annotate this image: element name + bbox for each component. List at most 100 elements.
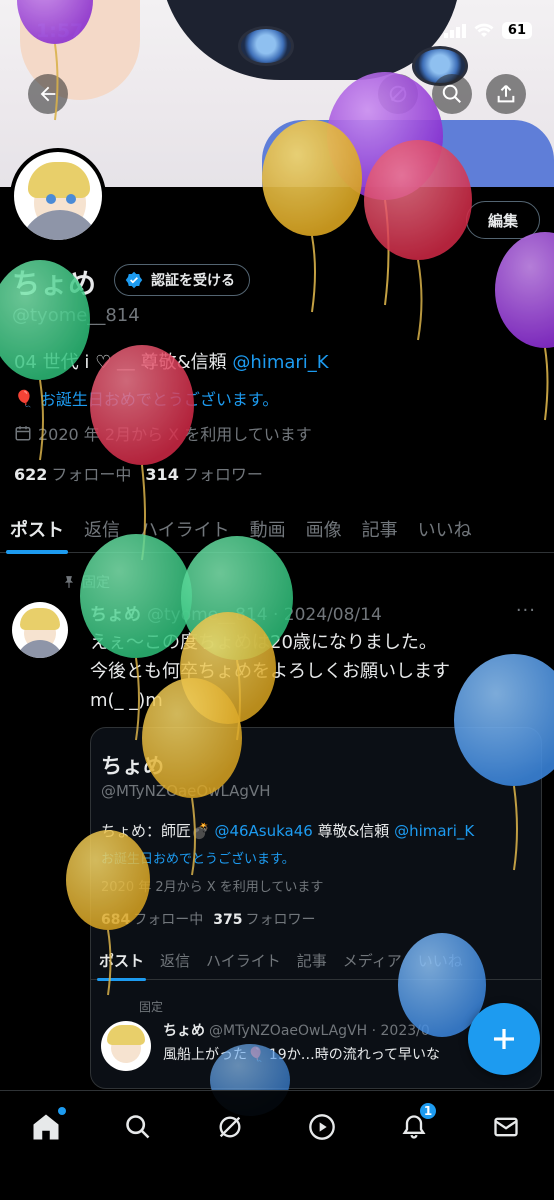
profile-handle: @tyome__814: [12, 305, 140, 326]
nav-explore[interactable]: [118, 1107, 158, 1147]
profile-tabs: ポスト 返信 ハイライト 動画 画像 記事 いいね: [0, 505, 554, 554]
bottom-navigation: 1: [0, 1090, 554, 1200]
profile-avatar[interactable]: [10, 148, 106, 244]
card-following-label: フォロー中: [133, 912, 204, 928]
battery-level: 61: [501, 22, 532, 39]
tab-videos[interactable]: 動画: [240, 505, 296, 553]
post-avatar[interactable]: [12, 602, 68, 658]
search-button[interactable]: [432, 74, 472, 114]
edit-profile-button[interactable]: 編集: [466, 201, 540, 239]
tab-highlights[interactable]: ハイライト: [130, 505, 240, 553]
post-text-line: m(_ _)m: [90, 690, 163, 711]
card-joined: 2020 年 2月から X を利用しています: [101, 880, 324, 895]
bio-mention-link[interactable]: @himari_K: [232, 352, 328, 373]
wifi-icon: [474, 23, 494, 37]
pinned-indicator: 固定: [62, 572, 110, 592]
card-tab: メディア: [342, 951, 402, 970]
card-followers-count: 375: [213, 912, 243, 928]
status-icons: 61: [443, 22, 532, 39]
card-post-header: ちょめ @MTyNZOaeOwLAgVH · 2023/0: [163, 1020, 430, 1040]
status-time: 1:57: [36, 20, 84, 42]
card-pinned-label: 固定: [139, 1000, 164, 1014]
balloon-icon: [495, 232, 554, 421]
home-icon: [33, 1114, 59, 1140]
card-bio-mention: @46Asuka46: [214, 822, 313, 840]
card-post-handle-date: @MTyNZOaeOwLAgVH · 2023/0: [209, 1023, 430, 1039]
pin-icon: [64, 576, 74, 588]
card-birthday: お誕生日おめでとうございます。: [101, 852, 295, 867]
back-arrow-icon: [40, 86, 56, 102]
follow-stats: 622 フォロー中 314 フォロワー: [14, 461, 263, 485]
card-follow-stats: 684 フォロー中 375 フォロワー: [101, 909, 315, 929]
display-name: ちょめ: [12, 267, 97, 300]
nav-notifications[interactable]: 1: [394, 1101, 438, 1147]
nav-grok[interactable]: [210, 1107, 250, 1147]
plus-icon: [494, 1029, 514, 1049]
get-verified-button[interactable]: 認証を受ける: [114, 264, 250, 296]
card-tab: 返信: [160, 951, 191, 970]
post-more-button[interactable]: ···: [516, 600, 536, 621]
following-link[interactable]: 622 フォロー中: [14, 461, 131, 485]
mail-icon: [494, 1117, 518, 1137]
tab-images[interactable]: 画像: [296, 505, 352, 553]
post-author[interactable]: ちょめ: [90, 605, 141, 625]
post-text-line: えぇ〜この度ちょめは20歳になりました。: [90, 632, 437, 653]
card-post-avatar: [101, 1021, 151, 1071]
post-handle-date: @tyome__814 · 2024/08/14: [147, 605, 382, 625]
card-tab: 記事: [296, 951, 327, 970]
search-icon: [442, 84, 461, 103]
following-count: 622: [14, 465, 48, 484]
card-handle: @MTyNZOaeOwLAgVH: [101, 782, 271, 800]
compose-post-button[interactable]: [468, 1003, 540, 1075]
post-text: えぇ〜この度ちょめは20歳になりました。 今後とも何卒ちょめをよろしくお願いしま…: [90, 628, 540, 715]
tab-likes[interactable]: いいね: [408, 505, 482, 553]
followers-label: フォロワー: [182, 465, 263, 484]
post-header: ちょめ @tyome__814 · 2024/08/14: [90, 600, 382, 625]
followers-count: 314: [145, 465, 179, 484]
tab-articles[interactable]: 記事: [352, 505, 408, 553]
birthday-row: 🎈 お誕生日おめでとうございます。: [14, 386, 278, 410]
card-following-count: 684: [101, 912, 131, 928]
card-post-text: 風船上がった🎈 19か…時の流れって早いな: [163, 1047, 440, 1063]
card-tab: ハイライト: [206, 951, 281, 970]
share-button[interactable]: [486, 74, 526, 114]
banner-eye-left: [238, 26, 294, 66]
banner-sleeve-art: [262, 120, 554, 187]
grok-icon: [389, 85, 407, 103]
get-verified-label: 認証を受ける: [151, 273, 235, 289]
explore-icon: [126, 1115, 150, 1139]
grok-nav-icon: [219, 1116, 241, 1138]
profile-bio: 04 世代 i ♡ ＿ 尊敬&信頼 @himari_K: [14, 348, 329, 374]
joined-row: 2020 年 2月から X を利用しています: [14, 421, 312, 445]
card-bio-text: ちょめ：師匠💣: [101, 822, 215, 840]
back-button[interactable]: [28, 74, 68, 114]
card-tab: いいね: [417, 951, 463, 970]
verified-badge-icon: [125, 271, 143, 289]
card-tab: ポスト: [91, 940, 152, 981]
notifications-badge: 1: [418, 1101, 438, 1121]
card-tabs: ポスト 返信 ハイライト 記事 メディア いいね: [91, 940, 541, 981]
nav-video[interactable]: [302, 1107, 342, 1147]
followers-link[interactable]: 314 フォロワー: [145, 461, 262, 485]
share-icon: [497, 85, 515, 103]
card-bio: ちょめ：師匠💣 @46Asuka46 尊敬&信頼 @himari_K: [101, 820, 474, 841]
nav-messages[interactable]: [486, 1107, 526, 1147]
bio-text: 04 世代 i ♡ ＿ 尊敬&信頼: [14, 352, 233, 373]
nav-home[interactable]: [26, 1107, 66, 1147]
calendar-icon: [15, 426, 31, 441]
card-followers-label: フォロワー: [245, 912, 316, 928]
card-display-name: ちょめ: [101, 754, 164, 778]
pinned-label: 固定: [82, 575, 110, 591]
video-icon: [309, 1114, 335, 1140]
card-bio-mention: @himari_K: [394, 822, 475, 840]
home-unread-dot: [58, 1107, 66, 1115]
joined-text: 2020 年 2月から X を利用しています: [38, 425, 312, 444]
tab-posts[interactable]: ポスト: [0, 505, 74, 554]
birthday-text: お誕生日おめでとうございます。: [39, 390, 279, 409]
post-text-line: 今後とも何卒ちょめをよろしくお願いします: [90, 661, 450, 682]
card-bio-text: 尊敬&信頼: [312, 822, 395, 840]
grok-button[interactable]: [378, 74, 418, 114]
following-label: フォロー中: [51, 465, 132, 484]
tab-replies[interactable]: 返信: [74, 505, 130, 553]
balloon-icon: 🎈: [14, 388, 34, 408]
